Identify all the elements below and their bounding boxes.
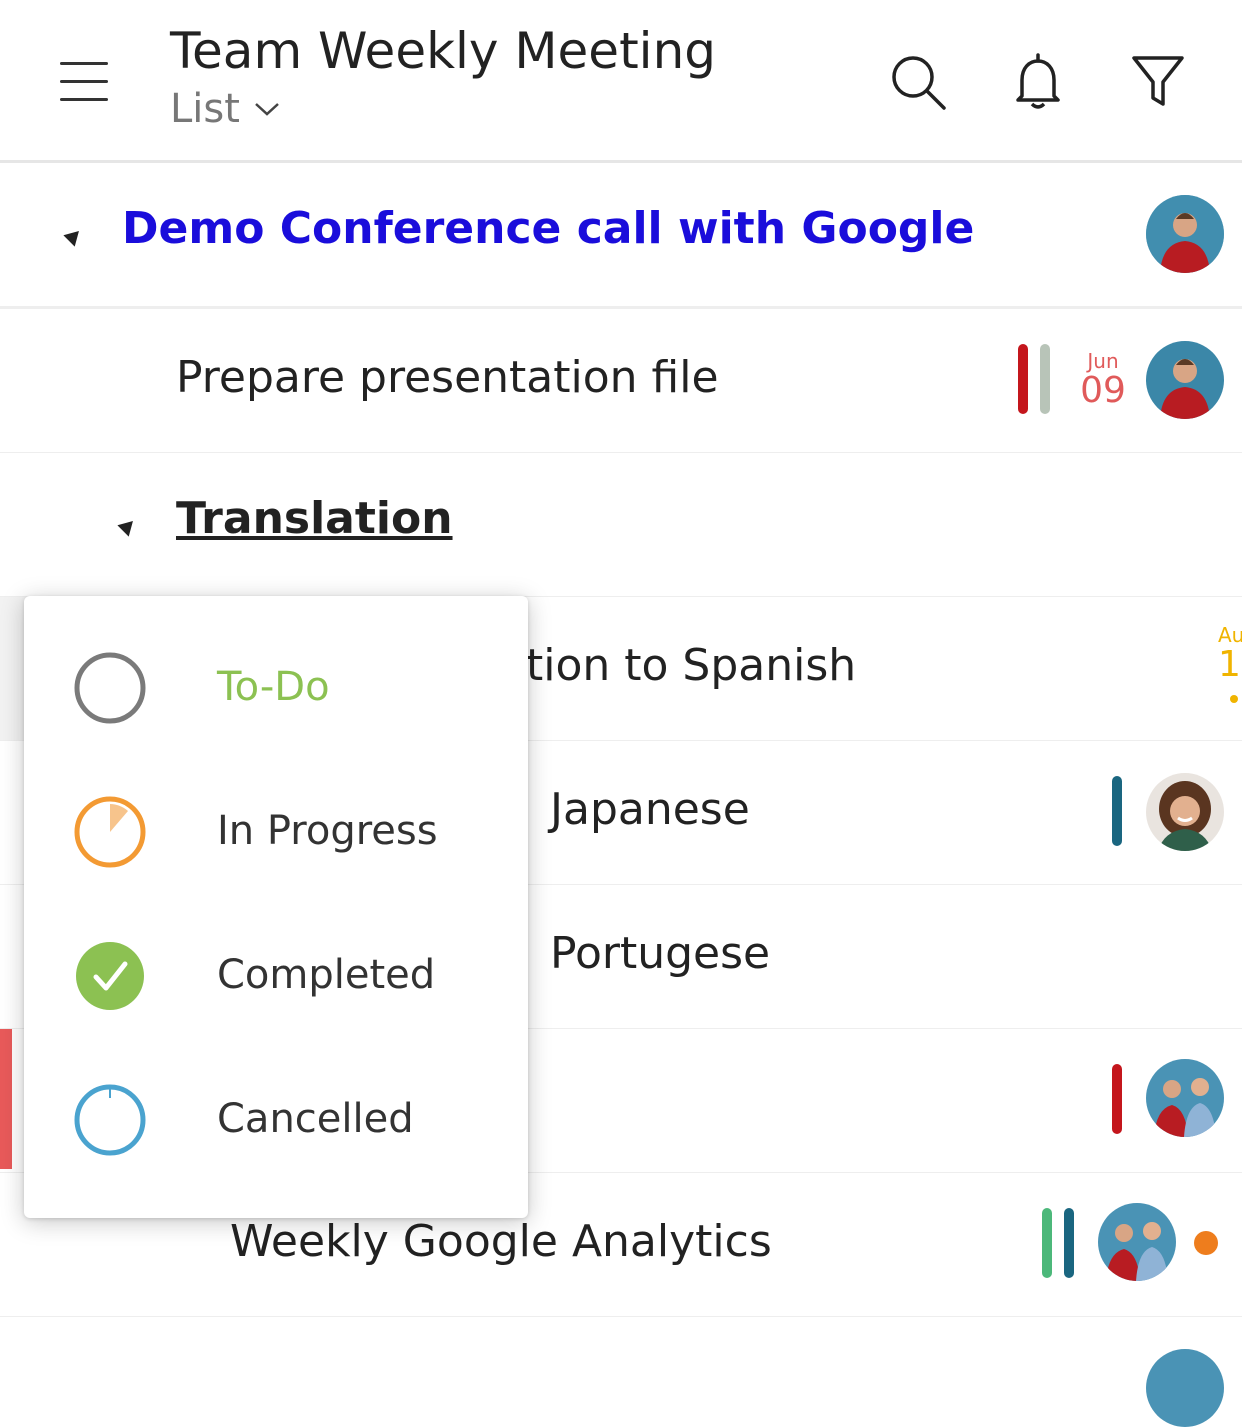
- progress-circle-icon: [74, 796, 146, 868]
- check-circle-icon: [76, 942, 144, 1010]
- priority-bar: [1064, 1208, 1074, 1278]
- menu-icon[interactable]: [60, 60, 108, 102]
- priority-bar: [1112, 1064, 1122, 1134]
- app-header: Team Weekly Meeting List: [0, 0, 1242, 163]
- avatar[interactable]: [1146, 341, 1224, 419]
- task-title[interactable]: Portugese: [526, 928, 770, 979]
- status-option-todo[interactable]: To-Do: [24, 616, 528, 760]
- cancelled-circle-icon: [74, 1084, 146, 1156]
- chevron-down-icon: [255, 103, 279, 116]
- avatar-group[interactable]: [1146, 1059, 1224, 1137]
- group-row-demo-call[interactable]: Demo Conference call with Google: [0, 163, 1242, 309]
- task-title[interactable]: Weekly Google Analytics: [230, 1216, 772, 1267]
- task-title[interactable]: Japanese: [526, 784, 750, 835]
- avatar-group[interactable]: [1098, 1203, 1176, 1281]
- task-title-text: Portugese: [550, 928, 771, 979]
- status-menu: To-Do In Progress Completed Cancelled: [24, 596, 528, 1218]
- collapse-triangle-icon[interactable]: [63, 225, 85, 247]
- status-option-cancelled[interactable]: Cancelled: [24, 1048, 528, 1192]
- avatar[interactable]: [1146, 195, 1224, 273]
- search-icon[interactable]: [888, 52, 948, 112]
- priority-bar: [1040, 344, 1050, 414]
- filter-icon[interactable]: [1128, 52, 1188, 112]
- status-option-completed[interactable]: Completed: [24, 904, 528, 1048]
- group-title[interactable]: Translation: [176, 493, 453, 544]
- indicator-dot: [1194, 1231, 1218, 1255]
- group-row-translation[interactable]: Translation: [0, 453, 1242, 599]
- bell-icon[interactable]: [1008, 52, 1068, 112]
- status-option-label: In Progress: [217, 808, 438, 854]
- view-selector-label: List: [170, 86, 240, 132]
- task-row-prepare[interactable]: Prepare presentation file Jun 09: [0, 309, 1242, 455]
- due-date[interactable]: Jun 09: [1078, 349, 1128, 409]
- indicator-dot: [1230, 695, 1238, 703]
- due-date-day: 09: [1080, 370, 1126, 411]
- due-date[interactable]: Au 1: [1218, 623, 1242, 683]
- avatar[interactable]: [1146, 773, 1224, 851]
- task-row[interactable]: [0, 1317, 1242, 1427]
- group-title[interactable]: Demo Conference call with Google: [122, 203, 974, 254]
- row-swipe-marker: [0, 1029, 12, 1169]
- view-selector[interactable]: List: [170, 86, 280, 132]
- status-option-label: To-Do: [217, 664, 330, 710]
- empty-circle-icon: [74, 652, 146, 724]
- collapse-triangle-icon[interactable]: [117, 515, 139, 537]
- priority-bar: [1042, 1208, 1052, 1278]
- task-title-text: Japanese: [550, 784, 750, 835]
- priority-bar: [1112, 776, 1122, 846]
- task-title[interactable]: tion to Spanish: [526, 640, 856, 691]
- due-date-day: 1: [1218, 644, 1241, 685]
- status-option-label: Completed: [217, 952, 436, 998]
- priority-bar: [1018, 344, 1028, 414]
- avatar[interactable]: [1146, 1349, 1224, 1427]
- status-option-in-progress[interactable]: In Progress: [24, 760, 528, 904]
- status-option-label: Cancelled: [217, 1096, 414, 1142]
- page-title: Team Weekly Meeting: [170, 22, 716, 80]
- task-title[interactable]: Prepare presentation file: [176, 352, 719, 403]
